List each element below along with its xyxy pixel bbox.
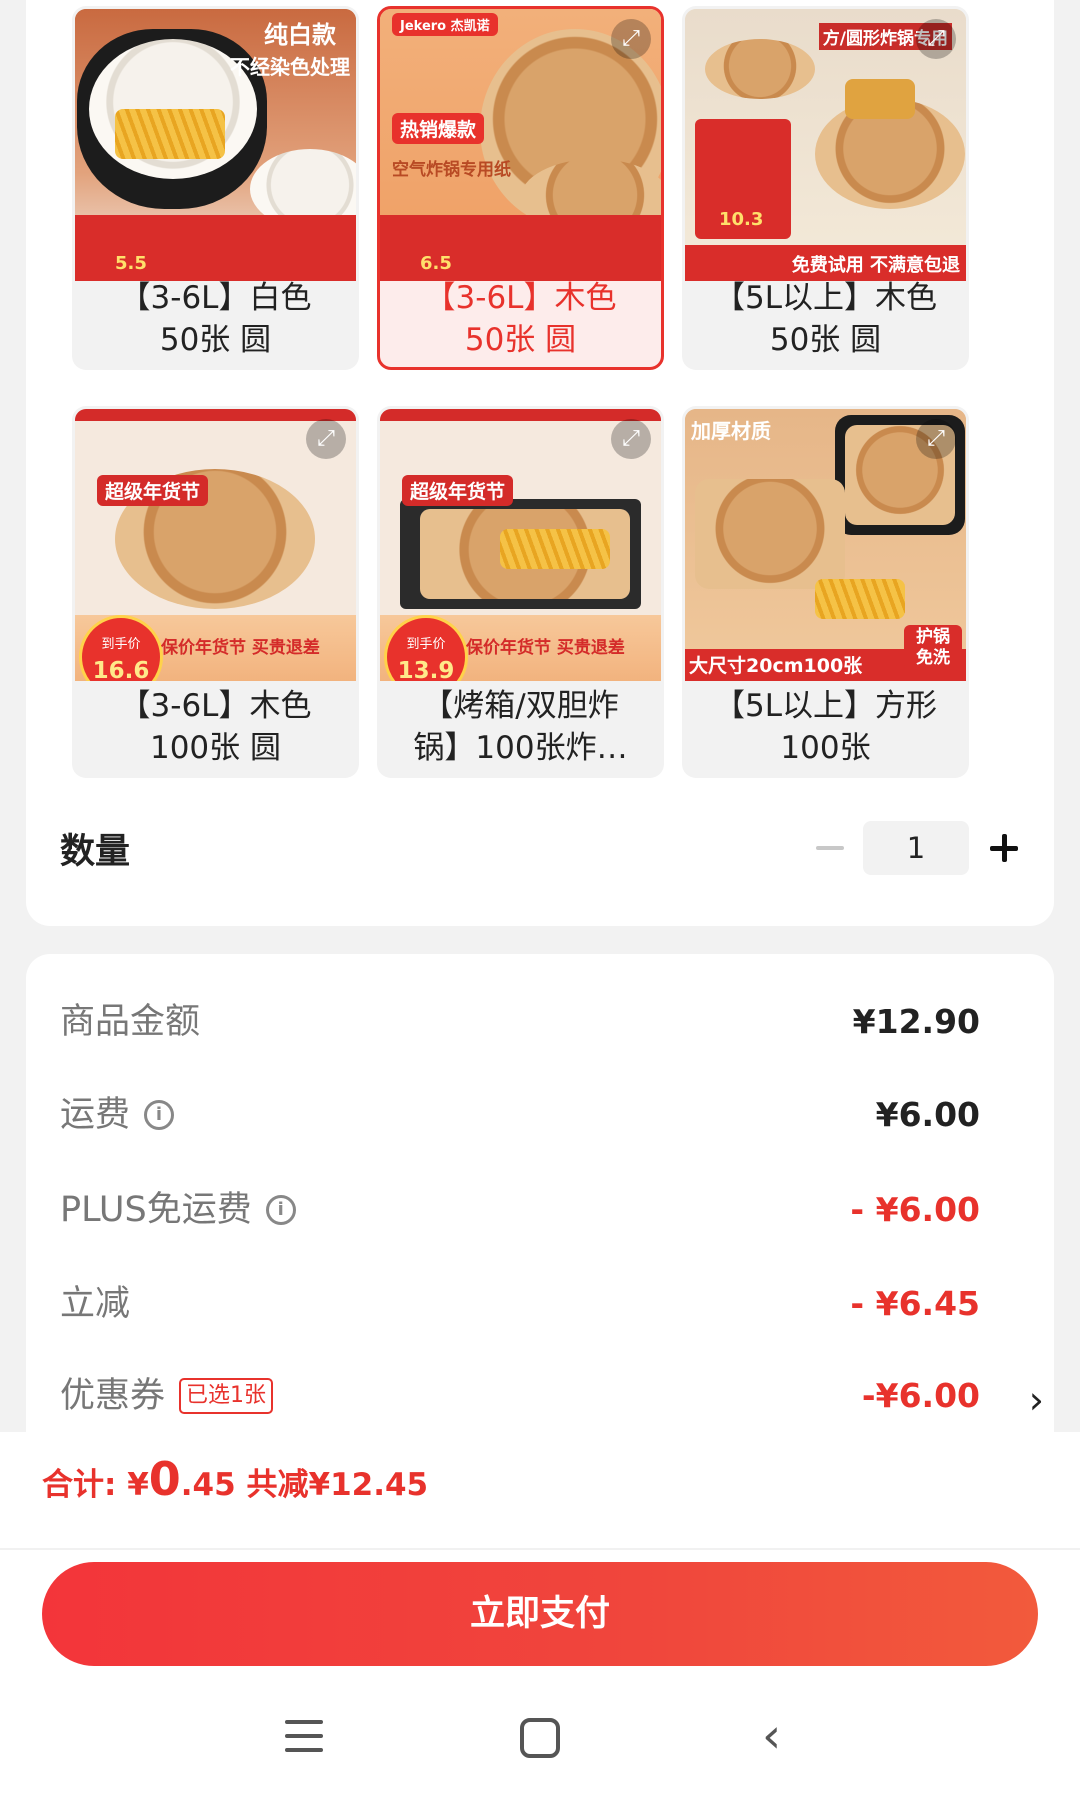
expand-icon[interactable]: ⤢ <box>611 19 651 59</box>
variant-image-price: 6.5 <box>420 253 452 274</box>
total-summary: 合计: ¥0.45 共减¥12.45 <box>42 1452 429 1506</box>
quantity-decrease-button[interactable] <box>816 846 844 850</box>
goods-amount: ¥12.90 <box>852 1002 980 1041</box>
total-decimal: .45 <box>180 1467 236 1503</box>
variant-option-6[interactable]: 加厚材质 大尺寸20cm100张 护锅免洗 ⤢ 【5L以上】方形 100张 <box>682 406 969 778</box>
variant-image-subline: 大尺寸20cm100张 <box>689 655 863 677</box>
variant-label: 【3-6L】木色 50张 圆 <box>424 280 617 358</box>
variant-image-headline: 热销爆款 <box>392 113 485 144</box>
total-integer: 0 <box>148 1452 181 1506</box>
pay-now-button[interactable]: 立即支付 <box>42 1562 1038 1666</box>
variant-image-subline: 保价年货节 买贵退差 <box>161 638 320 658</box>
system-nav-bar: ‹ <box>0 1690 1080 1790</box>
brand-logo: Jekero 杰凯诺 <box>392 13 498 36</box>
divider <box>0 1548 1080 1550</box>
variant-image-1: 纯白款 不经染色处理 5.5 <box>75 9 356 281</box>
variant-image-subline: 空气炸锅专用纸 <box>392 160 511 180</box>
variant-image-subline: 保价年货节 买贵退差 <box>466 638 625 658</box>
variant-image-subline: 免费试用 不满意包退 <box>791 255 960 276</box>
variant-option-3[interactable]: 方/圆形炸锅专用 10.3 免费试用 不满意包退 ⤢ 【5L以上】木色 50张 … <box>682 6 969 370</box>
quantity-label: 数量 <box>60 832 131 872</box>
variant-label: 【3-6L】白色 50张 圆 <box>119 280 312 358</box>
variant-image-3: 方/圆形炸锅专用 10.3 免费试用 不满意包退 ⤢ <box>685 9 966 281</box>
shipping-amount: ¥6.00 <box>875 1095 980 1134</box>
variant-image-headline: 纯白款 <box>264 21 336 49</box>
price-row-shipping: 运费 i ¥6.00 <box>60 1085 980 1145</box>
expand-icon[interactable]: ⤢ <box>916 419 956 459</box>
variant-image-price: 5.5 <box>115 253 147 274</box>
quantity-increase-button[interactable] <box>986 830 1022 866</box>
variant-label: 【烤箱/双胆炸 锅】100张炸… <box>413 688 628 766</box>
variant-image-5: 超级年货节 到手价 13.9 保价年货节 买贵退差 ⤢ <box>380 409 661 681</box>
coupon-selected-badge: 已选1张 <box>179 1378 274 1414</box>
variant-image-2: Jekero 杰凯诺 热销爆款 空气炸锅专用纸 6.5 ⤢ <box>380 9 661 281</box>
expand-icon[interactable]: ⤢ <box>916 19 956 59</box>
variant-image-headline: 加厚材质 <box>691 419 771 443</box>
back-icon[interactable]: ‹ <box>762 1712 781 1760</box>
chevron-right-icon[interactable]: › <box>1029 1378 1044 1422</box>
variant-label: 【5L以上】木色 50张 圆 <box>714 280 937 358</box>
total-saved: 共减¥12.45 <box>235 1467 429 1503</box>
variant-label: 【3-6L】木色 100张 圆 <box>119 688 312 766</box>
plus-discount-amount: - ¥6.00 <box>850 1190 980 1229</box>
recent-apps-icon[interactable] <box>285 1720 323 1754</box>
variant-image-badge: 护锅免洗 <box>904 625 962 671</box>
variant-image-headline: 超级年货节 <box>402 475 514 506</box>
expand-icon[interactable]: ⤢ <box>306 419 346 459</box>
variant-image-4: 超级年货节 到手价 16.6 保价年货节 买贵退差 ⤢ <box>75 409 356 681</box>
price-row-coupon[interactable]: 优惠券 已选1张 -¥6.00 <box>60 1366 980 1426</box>
quantity-input[interactable]: 1 <box>863 821 969 875</box>
variant-option-4[interactable]: 超级年货节 到手价 16.6 保价年货节 买贵退差 ⤢ 【3-6L】木色 100张… <box>72 406 359 778</box>
info-icon[interactable]: i <box>144 1100 175 1130</box>
price-row-instant-discount: 立减 - ¥6.45 <box>60 1274 980 1334</box>
info-icon[interactable]: i <box>265 1195 296 1225</box>
expand-icon[interactable]: ⤢ <box>611 419 651 459</box>
variant-option-1[interactable]: 纯白款 不经染色处理 5.5 【3-6L】白色 50张 圆 <box>72 6 359 370</box>
variant-card: 纯白款 不经染色处理 5.5 【3-6L】白色 50张 圆 Jekero 杰凯诺… <box>26 0 1054 926</box>
variant-image-6: 加厚材质 大尺寸20cm100张 护锅免洗 ⤢ <box>685 409 966 681</box>
instant-discount-amount: - ¥6.45 <box>850 1284 980 1323</box>
variant-option-2[interactable]: Jekero 杰凯诺 热销爆款 空气炸锅专用纸 6.5 ⤢ 【3-6L】木色 5… <box>377 6 664 370</box>
price-row-goods: 商品金额 ¥12.90 <box>60 992 980 1052</box>
price-row-plus-free-shipping: PLUS免运费 i - ¥6.00 <box>60 1180 980 1240</box>
variant-image-headline: 超级年货节 <box>97 475 209 506</box>
home-icon[interactable] <box>520 1718 560 1758</box>
coupon-amount: -¥6.00 <box>861 1376 980 1415</box>
variant-image-price: 10.3 <box>719 209 764 230</box>
variant-image-subline: 不经染色处理 <box>230 55 350 79</box>
variant-option-5[interactable]: 超级年货节 到手价 13.9 保价年货节 买贵退差 ⤢ 【烤箱/双胆炸 锅】100… <box>377 406 664 778</box>
variant-label: 【5L以上】方形 100张 <box>714 688 937 766</box>
